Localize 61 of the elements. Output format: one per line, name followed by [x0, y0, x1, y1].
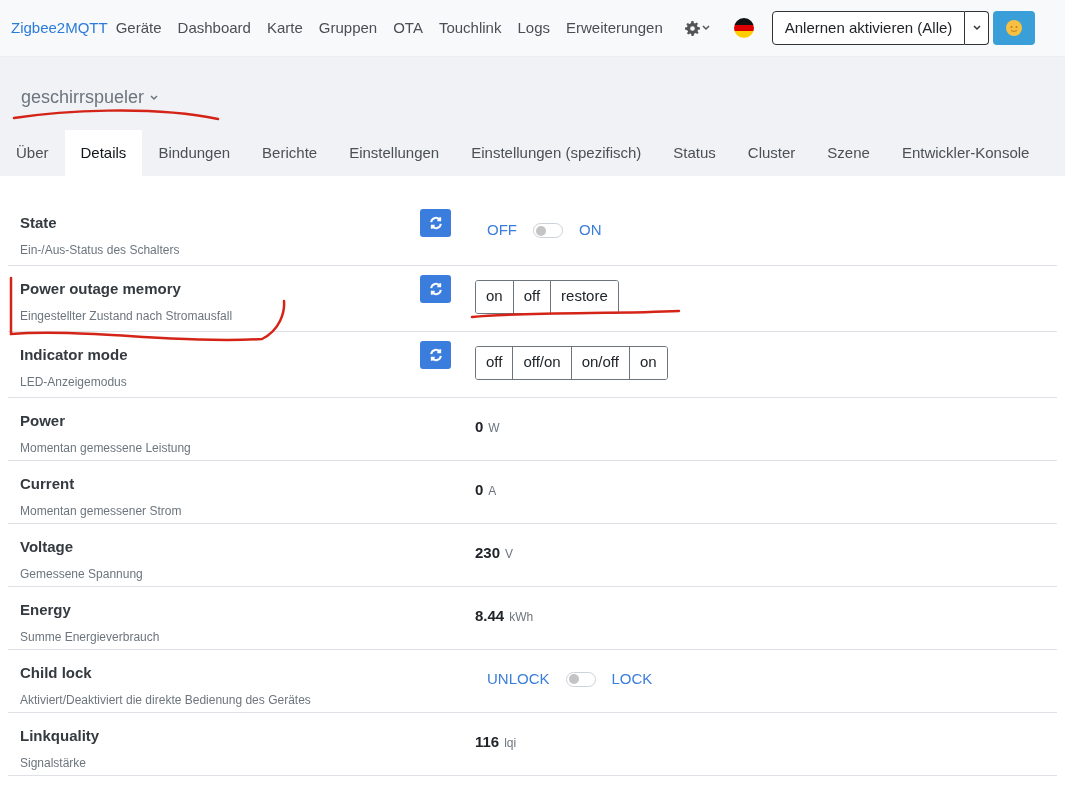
refresh-icon — [428, 282, 443, 296]
settings-menu[interactable] — [684, 20, 710, 36]
on-label[interactable]: LOCK — [611, 667, 653, 691]
feature-description: Momentan gemessene Leistung — [20, 439, 192, 457]
brand-link[interactable]: Zigbee2MQTT — [11, 16, 108, 40]
refresh-button[interactable] — [420, 275, 451, 303]
unit-text: kWh — [509, 608, 534, 626]
feature-name: Current — [20, 474, 76, 494]
nav-link[interactable]: Erweiterungen — [566, 16, 663, 40]
nav-link[interactable]: OTA — [393, 16, 423, 40]
feature-description: Aktiviert/Deaktiviert die direkte Bedienung des Gerätes — [20, 691, 312, 709]
refresh-button[interactable] — [420, 341, 451, 369]
tab[interactable]: Details — [64, 130, 143, 176]
value-text: 116 — [475, 731, 500, 752]
feature-description: Summe Energieverbrauch — [20, 628, 161, 646]
feature-name: Power — [20, 411, 66, 431]
off-label[interactable]: UNLOCK — [487, 667, 550, 691]
german-flag-icon[interactable] — [733, 18, 754, 38]
value-text: 230 — [475, 542, 501, 563]
feature-name: Indicator mode — [20, 345, 129, 365]
refresh-icon — [428, 348, 443, 362]
value-text: 8.44 — [475, 605, 505, 626]
nav-link[interactable]: Dashboard — [177, 16, 251, 40]
toggle-switch[interactable] — [565, 671, 596, 687]
option-button[interactable]: on — [628, 346, 667, 379]
feature-name: Linkquality — [20, 726, 101, 746]
feature-name: Voltage — [20, 537, 75, 557]
unit-text: V — [505, 545, 514, 563]
unit-text: W — [488, 419, 500, 437]
feature-description: LED-Anzeigemodus — [20, 373, 128, 391]
permit-join-button[interactable]: Anlernen aktivieren (Alle) — [771, 11, 966, 45]
nav-link[interactable]: Geräte — [115, 16, 162, 40]
unit-text: A — [488, 482, 497, 500]
nav-link[interactable]: Logs — [517, 16, 550, 40]
refresh-icon — [428, 216, 443, 230]
device-dropdown[interactable]: geschirrspueler — [21, 84, 159, 111]
feature-name: State — [20, 213, 58, 233]
refresh-button[interactable] — [420, 209, 451, 237]
feature-description: Signalstärke — [20, 754, 88, 772]
value-text: 0 — [475, 479, 484, 500]
feature-name: Child lock — [20, 663, 93, 683]
unit-text: lqi — [504, 734, 517, 752]
caret-icon — [972, 25, 981, 31]
nav-link[interactable]: Karte — [266, 16, 303, 40]
nav-link[interactable]: Touchlink — [438, 16, 502, 40]
permit-join-dropdown[interactable] — [965, 11, 990, 45]
toggle-switch[interactable] — [533, 223, 563, 238]
value-text: 0 — [475, 416, 484, 437]
off-label[interactable]: OFF — [487, 219, 517, 242]
nav-link[interactable]: Gruppen — [318, 16, 378, 40]
settings-icon — [684, 20, 700, 36]
option-button[interactable]: restore — [550, 280, 618, 313]
feature-description: Eingestellter Zustand nach Stromausfall — [20, 307, 234, 325]
feature-description: Momentan gemessener Strom — [20, 502, 183, 520]
on-label[interactable]: ON — [579, 219, 602, 242]
caret-icon — [701, 25, 710, 31]
feature-description: Gemessene Spannung — [20, 565, 144, 583]
feature-description: Ein-/Aus-Status des Schalters — [20, 241, 181, 259]
feature-name: Power outage memory — [20, 279, 182, 299]
feature-name: Energy — [20, 600, 72, 620]
caret-icon — [150, 94, 159, 101]
